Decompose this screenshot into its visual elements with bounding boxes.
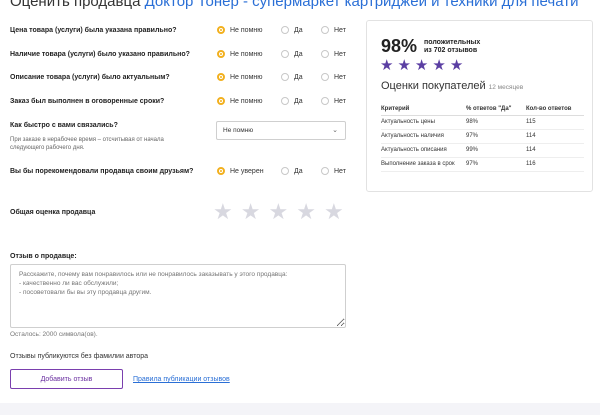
radio-deadline-no[interactable]: Нет (321, 97, 346, 105)
radio-availability-dontremember[interactable]: Не помню (217, 50, 263, 58)
radio-circle (281, 73, 289, 81)
radio-description-dontremember[interactable]: Не помню (217, 73, 263, 81)
review-textarea[interactable] (10, 264, 346, 328)
radio-deadline-dontremember[interactable]: Не помню (217, 97, 263, 105)
star-icon[interactable]: ★ (324, 201, 344, 223)
review-label: Отзыв о продавце: (10, 253, 77, 260)
table-row: Актуальность цены 98% 115 (381, 115, 584, 130)
radio-circle (281, 50, 289, 58)
publication-rules-link[interactable]: Правила публикации отзывов (133, 376, 230, 383)
star-icon[interactable]: ★ (296, 201, 316, 223)
column-header: Критерий (381, 104, 466, 116)
contact-speed-hint: При заказе в нерабочее время – отсчитыва… (10, 137, 164, 151)
radio-description-yes[interactable]: Да (281, 73, 303, 81)
radio-price-dontremember[interactable]: Не помню (217, 26, 263, 34)
column-header: % ответов "Да" (466, 104, 526, 116)
star-icon: ★ (449, 57, 464, 74)
table-row: Актуальность описания 99% 114 (381, 143, 584, 158)
star-icon: ★ (397, 57, 411, 74)
question-deadline-label: Заказ был выполнен в оговоренные сроки? (10, 98, 165, 105)
radio-circle (321, 50, 329, 58)
radio-recommend-no[interactable]: Нет (321, 167, 346, 175)
radio-recommend-notsure[interactable]: Не уверен (217, 167, 264, 175)
ratings-table: Критерий % ответов "Да" Кол-во ответов А… (381, 104, 584, 172)
star-icon[interactable]: ★ (241, 201, 261, 223)
radio-circle-selected (217, 50, 225, 58)
footer-strip (0, 403, 600, 415)
star-icon[interactable]: ★ (213, 201, 233, 223)
shop-name-link[interactable]: Доктор Тонер - супермаркет картриджей и … (145, 0, 579, 10)
star-icon[interactable]: ★ (268, 201, 288, 223)
radio-circle (321, 167, 329, 175)
radio-circle (321, 97, 329, 105)
anonymity-note: Отзывы публикуются без фамилии автора (10, 353, 149, 360)
radio-price-no[interactable]: Нет (321, 26, 346, 34)
question-description-label: Описание товара (услуги) было актуальным… (10, 74, 170, 81)
buyer-ratings-title: Оценки покупателей 12 месяцев (381, 80, 524, 92)
table-row: Выполнение заказа в срок 97% 116 (381, 157, 584, 172)
contact-speed-select[interactable]: Не помню ⌄ (216, 121, 346, 140)
positive-percent: 98% (381, 36, 418, 56)
page-title: Оценить продавца Доктор Тонер - супермар… (10, 0, 578, 10)
question-price-label: Цена товара (услуги) была указана правил… (10, 27, 177, 34)
radio-circle (281, 26, 289, 34)
radio-circle (321, 26, 329, 34)
radio-circle (281, 167, 289, 175)
radio-circle-selected (217, 167, 225, 175)
star-icon: ★ (432, 57, 446, 74)
overall-rating-stars[interactable]: ★ ★ ★ ★ ★ (213, 201, 344, 223)
overall-rating-label: Общая оценка продавца (10, 209, 96, 216)
question-recommend-label: Вы бы порекомендовали продавца своим дру… (10, 168, 194, 175)
radio-circle-selected (217, 97, 225, 105)
question-contact-speed-label: Как быстро с вами связались? (10, 122, 118, 129)
summary-stars: ★ ★ ★ ★ ★ (380, 58, 463, 73)
radio-circle (321, 73, 329, 81)
radio-description-no[interactable]: Нет (321, 73, 346, 81)
radio-circle (281, 97, 289, 105)
radio-availability-yes[interactable]: Да (281, 50, 303, 58)
chevron-down-icon: ⌄ (332, 127, 338, 134)
star-icon: ★ (414, 57, 429, 74)
positive-reviews-caption: положительных из 702 отзывов (424, 39, 481, 54)
radio-circle-selected (217, 73, 225, 81)
add-review-button[interactable]: Добавить отзыв (10, 369, 123, 389)
table-row: Актуальность наличия 97% 114 (381, 129, 584, 144)
radio-deadline-yes[interactable]: Да (281, 97, 303, 105)
characters-remaining: Осталось: 2000 символа(ов). (10, 331, 98, 338)
radio-circle-selected (217, 26, 225, 34)
rating-period: 12 месяцев (488, 84, 524, 91)
radio-price-yes[interactable]: Да (281, 26, 303, 34)
radio-recommend-yes[interactable]: Да (281, 167, 303, 175)
column-header: Кол-во ответов (526, 104, 584, 116)
seller-rating-card: 98% положительных из 702 отзывов ★ ★ ★ ★… (366, 20, 593, 192)
star-icon: ★ (380, 57, 394, 74)
question-availability-label: Наличие товара (услуги) было указано пра… (10, 51, 190, 58)
radio-availability-no[interactable]: Нет (321, 50, 346, 58)
